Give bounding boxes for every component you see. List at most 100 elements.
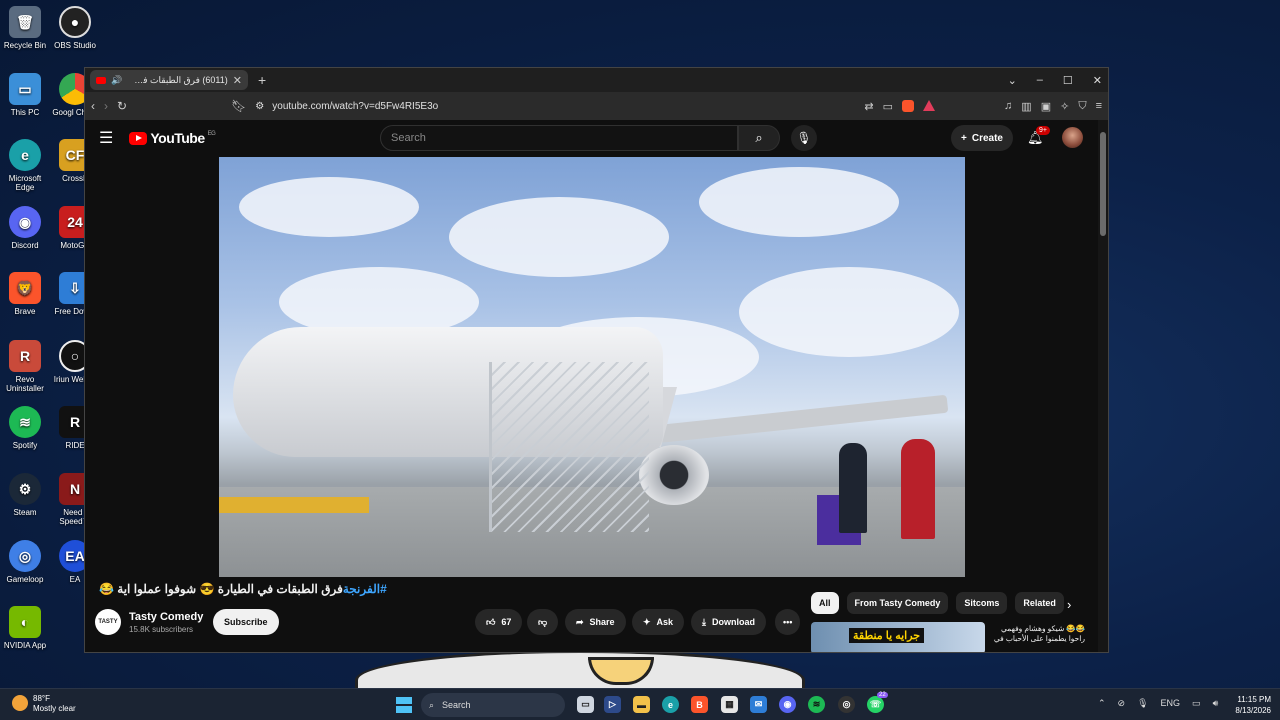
weather-temp: 88°F xyxy=(33,694,50,703)
file-explorer-icon[interactable]: ▬ xyxy=(633,696,650,713)
video-hashtag[interactable]: #الفرنجة xyxy=(343,582,387,596)
chip-from-channel[interactable]: From Tasty Comedy xyxy=(846,592,949,614)
taskbar-search[interactable]: ⌕ Search xyxy=(421,693,565,717)
chip-all[interactable]: All xyxy=(811,592,839,614)
tug-vehicle xyxy=(219,497,369,513)
desktop-icon-steam[interactable]: ⚙ Steam xyxy=(0,473,50,517)
desktop-icon-edge[interactable]: e Microsoft Edge xyxy=(0,139,50,192)
voice-search-button[interactable]: 🎙︎ xyxy=(791,125,817,151)
desktop-icon-revo[interactable]: R Revo Uninstaller xyxy=(0,340,50,393)
channel-avatar[interactable]: TASTY xyxy=(95,609,121,635)
network-off-icon[interactable]: ⊘ xyxy=(1118,698,1126,709)
channel-name[interactable]: Tasty Comedy xyxy=(129,611,203,623)
display-icon[interactable]: ▭ xyxy=(1192,698,1201,709)
minimize-button[interactable]: – xyxy=(1037,74,1043,86)
passenger xyxy=(901,439,935,539)
microphone-tray-icon[interactable]: 🎙︎ xyxy=(1137,698,1148,709)
copilot-icon[interactable]: ▷ xyxy=(604,696,621,713)
desktop-icon-obs[interactable]: ● OBS Studio xyxy=(50,6,100,50)
nvidia-icon: ◐ xyxy=(9,606,41,638)
chevron-right-icon[interactable]: › xyxy=(1067,597,1071,612)
wallet-icon[interactable]: ▣ xyxy=(1041,100,1051,113)
video-title: #الفرنجةفرق الطبقات في الطيارة 😎 شوفوا ع… xyxy=(99,582,387,596)
desktop-icon-nvidia[interactable]: ◐ NVIDIA App xyxy=(0,606,50,650)
volume-icon[interactable]: 🔊︎ xyxy=(1213,698,1219,709)
page-scrollbar[interactable] xyxy=(1098,120,1108,652)
revo-icon: R xyxy=(9,340,41,372)
recommendation-thumbnail[interactable]: جرايه يا منطقة xyxy=(811,622,985,652)
desktop-icon-brave[interactable]: 🦁 Brave xyxy=(0,272,50,316)
desktop-icon-spotify[interactable]: ≋ Spotify xyxy=(0,406,50,450)
new-tab-button[interactable]: + xyxy=(258,72,266,88)
recommendation-title[interactable]: 😂😂 شيكو وهشام وفهمي راحوا يطمنوا على الأ… xyxy=(989,624,1085,644)
sidebar-icon[interactable]: ▥ xyxy=(1021,100,1031,113)
whatsapp-badge: 22 xyxy=(877,692,888,698)
mail-icon[interactable]: ✉ xyxy=(750,696,767,713)
youtube-header: ☰ YouTube EG Search ⌕ 🎙︎ + Create 🔔︎ 9+ xyxy=(85,120,1100,156)
media-icon[interactable]: ♫ xyxy=(1004,100,1012,113)
whatsapp-icon[interactable]: ☏ xyxy=(867,696,884,713)
menu-icon[interactable]: ≡ xyxy=(1096,100,1102,113)
youtube-logo[interactable]: YouTube EG xyxy=(129,130,216,146)
chrome-taskbar-icon[interactable]: ◎ xyxy=(838,696,855,713)
clock[interactable]: 11:15 PM 8/13/2026 xyxy=(1227,694,1271,716)
guide-menu-icon[interactable]: ☰ xyxy=(99,128,113,148)
back-icon[interactable]: ‹ xyxy=(91,99,95,113)
share-button[interactable]: ➦ Share xyxy=(565,609,626,635)
browser-window: 🔊 (6011) فرق الطبقات في الطيارة ✕ + ⌄ – … xyxy=(84,67,1109,653)
language-indicator[interactable]: ENG xyxy=(1161,698,1181,709)
microphone-icon: 🎙︎ xyxy=(796,131,812,145)
video-player[interactable] xyxy=(219,157,965,577)
brave-shield-icon[interactable] xyxy=(902,99,915,112)
forward-icon[interactable]: › xyxy=(104,99,108,113)
tab-search-dropdown-icon[interactable]: ⌄ xyxy=(1008,74,1017,87)
dislike-button[interactable]: 👎︎ xyxy=(527,609,559,635)
desktop-icon-gameloop[interactable]: ◎ Gameloop xyxy=(0,540,50,584)
reload-icon[interactable]: ↻ xyxy=(117,99,127,113)
related-chips: All From Tasty Comedy Sitcoms Related xyxy=(811,592,1064,614)
search-button[interactable]: ⌕ xyxy=(738,125,780,151)
chip-sitcoms[interactable]: Sitcoms xyxy=(956,592,1008,614)
clock-time: 11:15 PM xyxy=(1237,695,1271,704)
spotify-icon: ≋ xyxy=(9,406,41,438)
task-view-icon[interactable]: ▭ xyxy=(577,696,594,713)
address-bar[interactable]: ⚙ youtube.com/watch?v=d5Fw4RI5E3o xyxy=(255,101,855,112)
create-button[interactable]: + Create xyxy=(951,125,1013,151)
clock-date: 8/13/2026 xyxy=(1235,706,1271,715)
download-button[interactable]: ⤓ Download xyxy=(691,609,766,635)
like-button[interactable]: 👍︎ 67 xyxy=(475,609,523,635)
close-window-button[interactable]: ✕ xyxy=(1093,74,1102,87)
more-actions-button[interactable]: ••• xyxy=(775,609,801,635)
brave-icon: 🦁 xyxy=(9,272,41,304)
desktop-icon-recycle-bin[interactable]: 🗑 Recycle Bin xyxy=(0,6,50,50)
bookmark-icon[interactable]: 🔖︎ xyxy=(231,99,246,113)
scrollbar-thumb[interactable] xyxy=(1100,132,1106,236)
leo-ai-icon[interactable]: ✧ xyxy=(1060,100,1069,113)
tab-youtube[interactable]: 🔊 (6011) فرق الطبقات في الطيارة ✕ xyxy=(90,70,248,90)
vpn-icon[interactable]: ⛉ xyxy=(1078,100,1086,113)
plus-icon: + xyxy=(961,132,967,144)
desktop-icon-discord[interactable]: ◉ Discord xyxy=(0,206,50,250)
search-input[interactable]: Search xyxy=(380,125,738,151)
chevron-up-icon[interactable]: ⌃ xyxy=(1098,698,1106,709)
notifications-button[interactable]: 🔔︎ 9+ xyxy=(1027,126,1050,146)
spotify-taskbar-icon[interactable]: ≋ xyxy=(808,696,825,713)
chip-related[interactable]: Related xyxy=(1015,592,1064,614)
youtube-favicon-icon xyxy=(96,76,106,84)
maximize-button[interactable]: ☐ xyxy=(1063,74,1073,87)
site-info-icon[interactable]: ⚙ xyxy=(255,101,264,112)
discord-taskbar-icon[interactable]: ◉ xyxy=(779,696,796,713)
start-button[interactable] xyxy=(396,697,412,713)
edge-taskbar-icon[interactable]: e xyxy=(662,696,679,713)
translate-icon[interactable]: ⇄ xyxy=(864,100,873,113)
tab-close-icon[interactable]: ✕ xyxy=(233,74,242,87)
brave-rewards-icon[interactable] xyxy=(923,99,936,111)
store-icon[interactable]: ▦ xyxy=(721,696,738,713)
airplane-engine xyxy=(639,445,709,505)
cast-icon[interactable]: ▭ xyxy=(883,100,893,113)
account-avatar[interactable] xyxy=(1062,127,1083,148)
subscribe-button[interactable]: Subscribe xyxy=(213,609,279,635)
ask-button[interactable]: ✦ Ask xyxy=(632,609,685,635)
desktop-icon-this-pc[interactable]: ▭ This PC xyxy=(0,73,50,117)
brave-taskbar-icon[interactable]: B xyxy=(691,696,708,713)
